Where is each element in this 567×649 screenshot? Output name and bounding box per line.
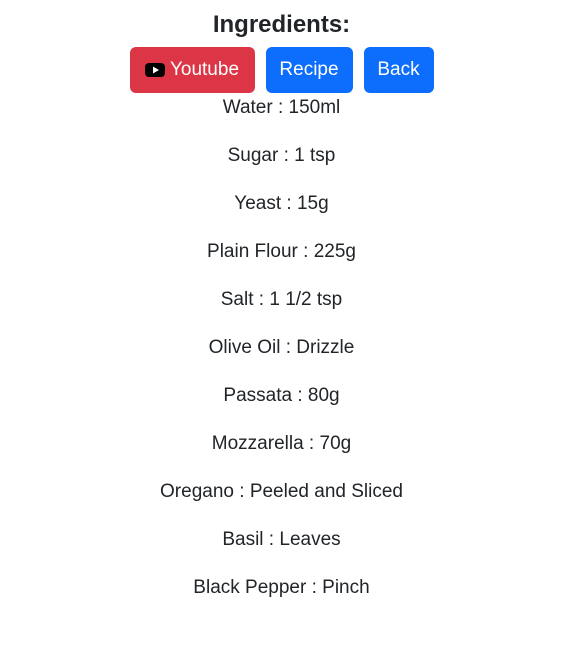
ingredient-list: Water : 150ml Sugar : 1 tsp Yeast : 15g … xyxy=(0,96,563,624)
ingredient-name: Basil xyxy=(222,529,264,550)
ingredient-name: Water xyxy=(222,97,273,118)
ingredient-amount: 1 tsp xyxy=(294,145,336,166)
ingredient-amount: 225g xyxy=(313,241,356,262)
ingredient-amount: 1 1/2 tsp xyxy=(269,289,343,310)
ingredient-name: Plain Flour xyxy=(207,241,298,262)
youtube-button-label: Youtube xyxy=(169,59,240,80)
ingredient-item: Salt : 1 1/2 tsp xyxy=(220,289,343,310)
ingredient-item: Water : 150ml xyxy=(222,97,341,118)
page: Ingredients: Youtube Recipe Back Water :… xyxy=(0,0,567,649)
back-button[interactable]: Back xyxy=(363,47,434,93)
ingredient-name: Oregano xyxy=(160,481,234,502)
page-title: Ingredients: xyxy=(212,11,351,38)
ingredient-item: Plain Flour : 225g xyxy=(207,241,356,262)
ingredient-amount: Pinch xyxy=(322,577,370,598)
button-row: Youtube Recipe Back xyxy=(0,47,563,93)
ingredient-amount: 15g xyxy=(296,193,329,214)
ingredient-amount: 70g xyxy=(319,433,352,454)
ingredient-amount: 80g xyxy=(307,385,340,406)
ingredient-item: Basil : Leaves xyxy=(222,529,341,550)
ingredient-name: Olive Oil xyxy=(208,337,281,358)
ingredient-item: Passata : 80g xyxy=(223,385,340,406)
back-button-label: Back xyxy=(377,59,420,80)
ingredient-amount: Peeled and Sliced xyxy=(249,481,403,502)
ingredient-name: Salt xyxy=(220,289,254,310)
ingredient-name: Black Pepper xyxy=(193,577,307,598)
ingredient-name: Mozzarella xyxy=(211,433,304,454)
ingredient-amount: Drizzle xyxy=(296,337,355,358)
youtube-icon xyxy=(144,63,165,77)
ingredient-item: Oregano : Peeled and Sliced xyxy=(160,481,403,502)
ingredient-name: Yeast xyxy=(234,193,282,214)
ingredient-amount: Leaves xyxy=(279,529,341,550)
ingredient-name: Sugar xyxy=(227,145,279,166)
recipe-button[interactable]: Recipe xyxy=(265,47,353,93)
ingredient-item: Yeast : 15g xyxy=(234,193,329,214)
ingredient-item: Black Pepper : Pinch xyxy=(193,577,370,598)
ingredient-name: Passata xyxy=(223,385,293,406)
ingredient-item: Mozzarella : 70g xyxy=(211,433,352,454)
ingredient-item: Olive Oil : Drizzle xyxy=(208,337,355,358)
ingredient-amount: 150ml xyxy=(288,97,341,118)
ingredient-item: Sugar : 1 tsp xyxy=(227,145,336,166)
youtube-button[interactable]: Youtube xyxy=(129,47,255,93)
recipe-button-label: Recipe xyxy=(279,59,339,80)
